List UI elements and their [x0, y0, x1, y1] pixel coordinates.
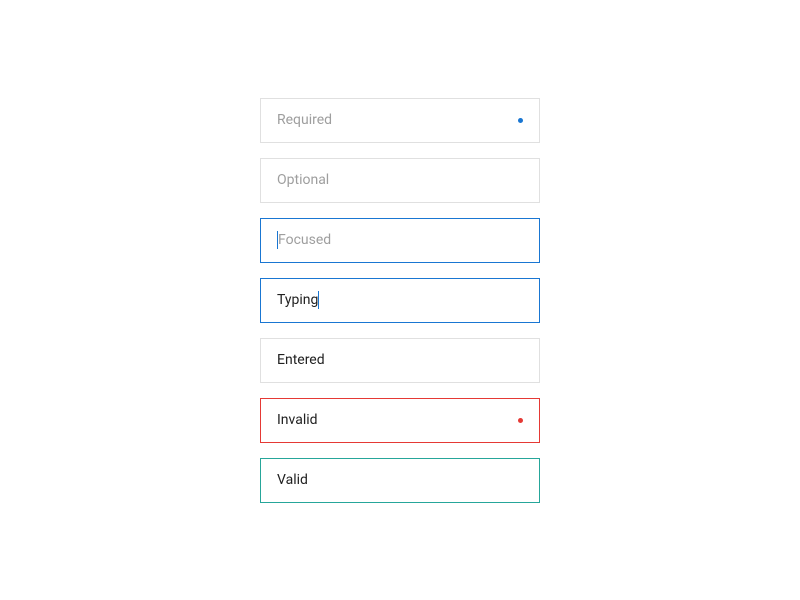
optional-field[interactable]: Optional — [260, 158, 540, 203]
entered-value: Entered — [277, 352, 325, 368]
invalid-indicator-icon — [518, 418, 523, 423]
typing-field[interactable]: Typing — [260, 278, 540, 323]
invalid-value: Invalid — [277, 412, 318, 428]
valid-field[interactable]: Valid — [260, 458, 540, 503]
invalid-field[interactable]: Invalid — [260, 398, 540, 443]
focused-field[interactable]: Focused — [260, 218, 540, 263]
required-placeholder: Required — [277, 112, 332, 128]
focused-placeholder: Focused — [278, 232, 331, 248]
valid-value: Valid — [277, 472, 308, 488]
form-container: Required Optional Focused Typing Entered… — [260, 98, 540, 503]
optional-placeholder: Optional — [277, 172, 329, 188]
typing-value: Typing — [277, 292, 318, 308]
typing-content: Typing — [277, 291, 319, 309]
required-field[interactable]: Required — [260, 98, 540, 143]
entered-field[interactable]: Entered — [260, 338, 540, 383]
required-indicator-icon — [518, 118, 523, 123]
cursor-icon — [318, 291, 319, 309]
focused-content: Focused — [277, 231, 331, 249]
